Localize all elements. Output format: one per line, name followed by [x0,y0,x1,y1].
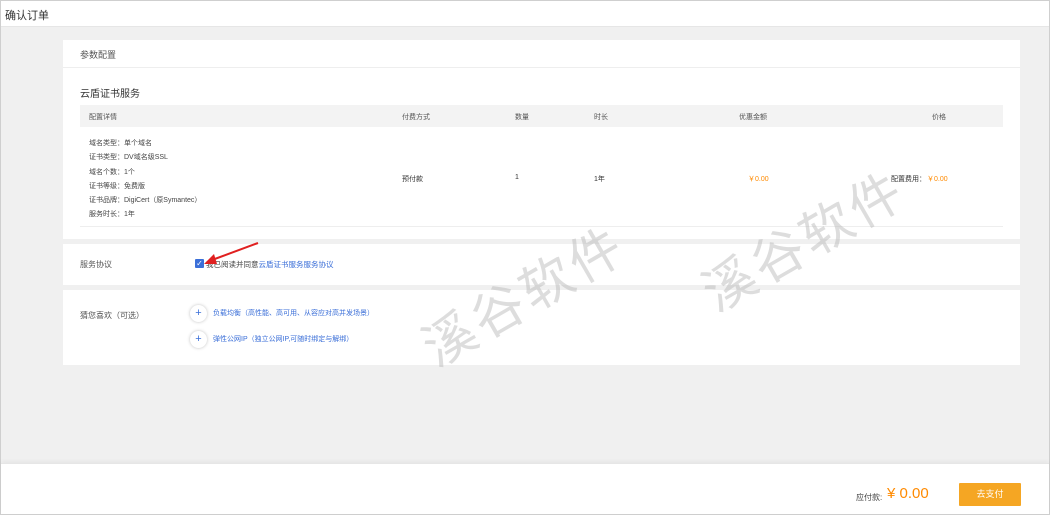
title-bar: 确认订单 [1,1,1049,27]
recommend-item-elastic-ip[interactable]: + 弹性公网IP（独立公网IP,可随时绑定与解绑） [190,330,353,348]
due-amount: ¥ 0.00 [887,485,929,502]
config-header: 参数配置 [63,40,1020,68]
col-config-details: 配置详情 [89,114,117,121]
table-header: 配置详情 付费方式 数量 时长 优惠金额 价格 [80,105,1003,127]
col-duration: 时长 [594,114,608,121]
spec-item: 证书等级：免费版 [89,182,145,190]
discount-value: ￥0.00 [748,176,769,183]
recommend-item-label[interactable]: 负载均衡（高性能、高可用、从容应对高并发场景） [213,308,374,318]
order-table: 配置详情 付费方式 数量 时长 优惠金额 价格 域名类型：单个域名 证书类型：D… [80,105,1003,227]
recommend-item-load-balancer[interactable]: + 负载均衡（高性能、高可用、从容应对高并发场景） [190,304,374,322]
table-row: 域名类型：单个域名 证书类型：DV域名级SSL 域名个数：1个 证书等级：免费版… [80,127,1003,227]
spec-item: 证书类型：DV域名级SSL [89,154,168,162]
annotation-arrow-icon [204,242,259,264]
price-value: ￥0.00 [927,176,948,183]
duration-value: 1年 [594,176,605,183]
spec-item: 域名类型：单个域名 [89,140,152,147]
quantity-value: 1 [515,174,519,181]
service-title: 云盾证书服务 [80,89,140,100]
spec-list: 域名类型：单个域名 证书类型：DV域名级SSL 域名个数：1个 证书等级：免费版… [89,137,201,223]
plus-icon[interactable]: + [190,330,207,348]
spec-item: 域名个数：1个 [89,168,135,176]
col-price: 价格 [932,114,946,121]
price-label: 配置费用： [891,176,926,183]
recommend-label: 猜您喜欢（可选） [80,311,144,320]
recommend-panel: 猜您喜欢（可选） + 负载均衡（高性能、高可用、从容应对高并发场景） + 弹性公… [63,290,1020,365]
recommend-item-label[interactable]: 弹性公网IP（独立公网IP,可随时绑定与解绑） [213,334,353,344]
agreement-link[interactable]: 云盾证书服务服务协议 [259,260,334,269]
pay-button[interactable]: 去支付 [959,483,1021,506]
col-discount: 优惠金额 [739,114,767,121]
page-title: 确认订单 [5,10,49,22]
spec-item: 证书品牌：DigiCert（原Symantec） [89,197,202,205]
payment-value: 预付款 [402,176,423,183]
col-payment: 付费方式 [402,114,430,121]
checkout-bar: 应付款: ¥ 0.00 去支付 [1,463,1049,514]
plus-icon[interactable]: + [190,304,207,322]
config-panel: 参数配置 云盾证书服务 配置详情 付费方式 数量 时长 优惠金额 价格 域名类型… [63,40,1020,239]
col-quantity: 数量 [515,114,529,121]
spec-item: 服务时长：1年 [89,211,135,219]
agreement-label: 服务协议 [80,260,112,269]
due-label: 应付款: [856,493,883,502]
